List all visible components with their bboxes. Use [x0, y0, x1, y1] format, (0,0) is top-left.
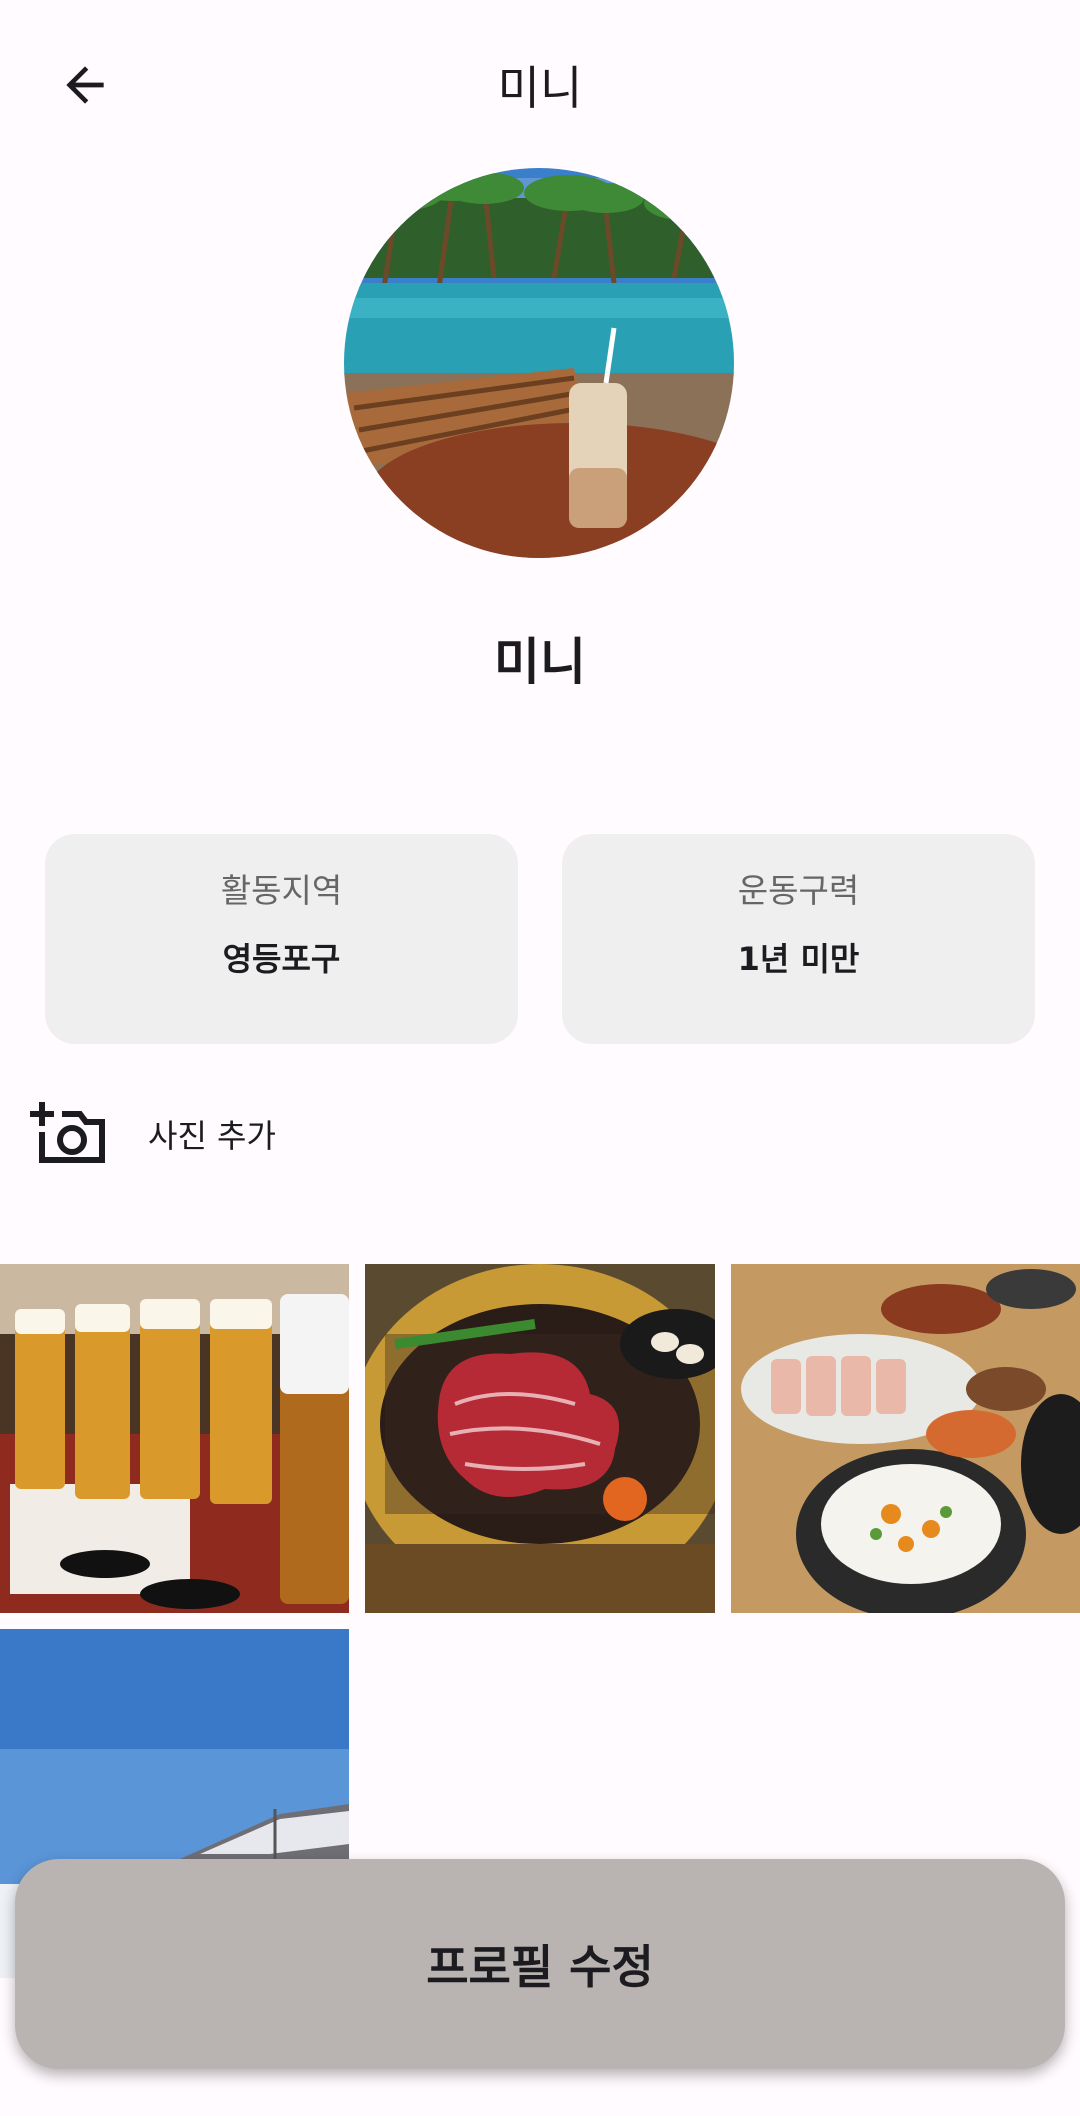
photo-thumbnail-beef[interactable]: [365, 1264, 715, 1613]
profile-name: 미니: [494, 633, 586, 691]
exercise-experience-card: 운동구력 1년 미만: [562, 834, 1035, 1044]
add-photo-button[interactable]: 사진 추가: [30, 1094, 276, 1174]
add-photo-label: 사진 추가: [148, 1117, 276, 1155]
activity-area-label: 활동지역: [220, 871, 343, 910]
avatar-image: [344, 168, 734, 558]
top-app-bar: 미니: [0, 0, 1080, 170]
korean-dishes-photo: [731, 1264, 1080, 1613]
activity-area-card: 활동지역 영등포구: [45, 834, 518, 1044]
exercise-experience-label: 운동구력: [737, 871, 860, 910]
page-title: 미니: [497, 61, 583, 115]
add-camera-icon: [30, 1102, 105, 1163]
photo-thumbnail-beer[interactable]: [0, 1264, 349, 1613]
beer-glasses-photo: [0, 1264, 349, 1613]
profile-avatar[interactable]: [344, 168, 734, 558]
edit-profile-button[interactable]: 프로필 수정: [15, 1859, 1065, 2069]
edit-profile-label: 프로필 수정: [426, 1940, 654, 1994]
activity-area-value: 영등포구: [222, 940, 341, 978]
beef-grill-photo: [365, 1264, 715, 1613]
photo-thumbnail-dishes[interactable]: [731, 1264, 1080, 1613]
exercise-experience-value: 1년 미만: [737, 940, 860, 978]
